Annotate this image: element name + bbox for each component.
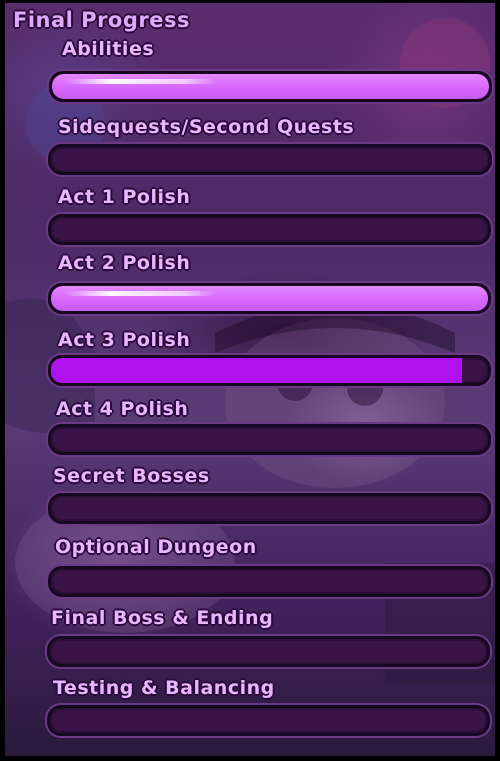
progress-bar — [48, 214, 491, 245]
progress-label: Testing & Balancing — [53, 677, 275, 699]
progress-label: Act 2 Polish — [58, 252, 191, 274]
progress-bar — [47, 636, 490, 667]
progress-panel: Final Progress Abilities Sidequests/Seco… — [5, 3, 495, 756]
progress-bar — [48, 566, 491, 597]
progress-label: Abilities — [62, 38, 155, 60]
progress-label: Final Boss & Ending — [51, 607, 274, 629]
progress-bar — [48, 144, 492, 175]
progress-bar — [47, 705, 490, 736]
progress-label: Optional Dungeon — [55, 536, 257, 558]
progress-bar — [48, 355, 491, 386]
progress-label: Act 1 Polish — [58, 186, 191, 208]
progress-bar — [49, 71, 492, 102]
progress-bar — [48, 493, 491, 524]
progress-bar-fill — [52, 74, 489, 99]
progress-bar — [48, 424, 491, 455]
bar-shine — [65, 291, 215, 296]
progress-label: Secret Bosses — [53, 465, 210, 487]
progress-label: Sidequests/Second Quests — [58, 116, 355, 138]
bar-shine — [66, 79, 216, 84]
progress-bar-fill — [51, 286, 488, 311]
panel-title: Final Progress — [13, 8, 190, 32]
progress-bar-fill — [51, 358, 462, 383]
progress-label: Act 3 Polish — [58, 329, 191, 351]
progress-bar — [48, 283, 491, 314]
progress-label: Act 4 Polish — [56, 398, 189, 420]
